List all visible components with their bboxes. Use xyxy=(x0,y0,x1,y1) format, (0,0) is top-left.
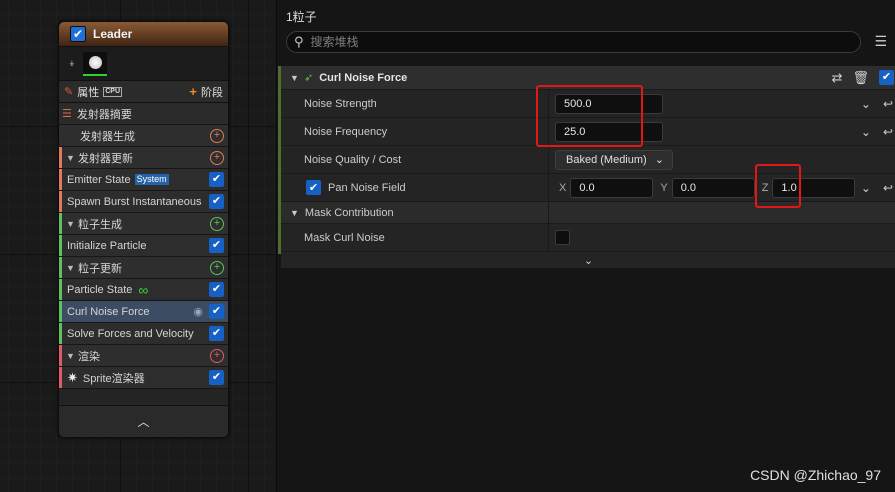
reset-icon[interactable]: ↩ xyxy=(883,97,893,111)
caret-down-icon[interactable]: ▼ xyxy=(66,219,78,229)
noise-quality-row: Noise Quality / Cost Baked (Medium) ⌄ xyxy=(281,146,895,174)
module-row[interactable]: Particle State ∞ ✔ xyxy=(59,279,228,301)
node-header[interactable]: ✔ Leader xyxy=(59,22,228,47)
module-row[interactable]: Initialize Particle ✔ xyxy=(59,235,228,257)
module-enabled-checkbox[interactable]: ✔ xyxy=(209,238,224,253)
module-enabled-checkbox[interactable]: ✔ xyxy=(209,282,224,297)
module-enabled-checkbox[interactable]: ✔ xyxy=(209,304,224,319)
noise-quality-dropdown[interactable]: Baked (Medium) ⌄ xyxy=(555,149,673,170)
y-axis-label: Y xyxy=(660,181,668,194)
pan-noise-field-row: ✔ Pan Noise Field X 0.0 Y 0.0 Z 1.0 ⌄ ↩ xyxy=(281,174,895,202)
graph-canvas[interactable]: ✔ Leader ⍖ ✎ 属性 CPU + 阶段 ☰ 发射器摘要 发射器生成 + ▼… xyxy=(0,0,276,492)
collapse-node-button[interactable]: ︿ xyxy=(59,405,228,437)
pan-y-input[interactable]: 0.0 xyxy=(671,177,755,198)
caret-down-icon[interactable]: ▼ xyxy=(66,263,78,273)
stack-group-row[interactable]: ▼ 发射器更新 + xyxy=(59,147,228,169)
caret-down-icon[interactable]: ▼ xyxy=(66,351,78,361)
add-stage-button[interactable]: + 阶段 xyxy=(189,84,223,100)
search-box[interactable]: ⚲ xyxy=(286,31,861,53)
sprite-thumbnail[interactable] xyxy=(83,51,107,76)
plus-icon: + xyxy=(189,84,197,99)
details-panel: 1粒子 ⚲ ☰ ▼ ➶ Curl Noise Force ⇄ 🗑 ✔ Noise… xyxy=(276,0,895,492)
sprite-icon: ✷ xyxy=(67,369,78,385)
shuffle-icon[interactable]: ⇄ xyxy=(832,70,843,86)
list-icon: ☰ xyxy=(62,108,72,120)
chevron-down-icon: ⌄ xyxy=(654,154,664,166)
emitter-node[interactable]: ✔ Leader ⍖ ✎ 属性 CPU + 阶段 ☰ 发射器摘要 发射器生成 + ▼… xyxy=(58,21,229,438)
module-row[interactable]: Spawn Burst Instantaneous ✔ xyxy=(59,191,228,213)
module-enabled-checkbox[interactable]: ✔ xyxy=(209,370,224,385)
search-input[interactable] xyxy=(310,35,831,49)
filter-icon[interactable]: ☰ xyxy=(874,33,887,50)
pan-noise-label: Pan Noise Field xyxy=(328,181,406,194)
mask-contribution-row[interactable]: ▼ Mask Contribution xyxy=(281,202,895,224)
pan-noise-checkbox[interactable]: ✔ xyxy=(306,180,321,195)
section-title: Curl Noise Force xyxy=(319,71,408,84)
node-thumbnails: ⍖ xyxy=(59,47,228,81)
emitter-summary-row[interactable]: ☰ 发射器摘要 xyxy=(59,103,228,125)
eye-icon[interactable]: ◉ xyxy=(193,305,203,318)
chevron-down-icon: ⌄ xyxy=(583,254,594,267)
pencil-icon: ✎ xyxy=(64,86,74,98)
search-icon: ⚲ xyxy=(294,34,304,49)
mask-curl-noise-checkbox[interactable] xyxy=(555,230,570,245)
add-module-icon[interactable]: + xyxy=(210,216,224,231)
noise-quality-label: Noise Quality / Cost xyxy=(281,146,549,173)
noise-frequency-label: Noise Frequency xyxy=(281,118,549,145)
module-row[interactable]: Curl Noise Force ◉ ✔ xyxy=(59,301,228,323)
module-row[interactable]: Emitter State System ✔ xyxy=(59,169,228,191)
highlight-box xyxy=(536,85,643,147)
panel-title: 1粒子 xyxy=(286,10,317,24)
system-badge: System xyxy=(134,174,169,185)
pan-x-input[interactable]: 0.0 xyxy=(570,177,654,198)
cpu-badge: CPU xyxy=(103,86,122,97)
reset-icon[interactable]: ↩ xyxy=(883,125,893,139)
add-module-icon[interactable]: + xyxy=(210,128,224,143)
highlight-box xyxy=(755,164,801,208)
x-axis-label: X xyxy=(559,181,567,194)
infinity-icon: ∞ xyxy=(138,281,149,298)
stack-group-row[interactable]: ▼ 粒子更新 + xyxy=(59,257,228,279)
reset-icon[interactable]: ↩ xyxy=(883,181,893,195)
caret-down-icon[interactable]: ▼ xyxy=(290,208,299,218)
add-module-icon[interactable]: + xyxy=(210,150,224,165)
pin-icon[interactable]: ⍖ xyxy=(65,54,79,74)
caret-down-icon[interactable]: ▼ xyxy=(66,153,78,163)
trash-icon[interactable]: 🗑 xyxy=(852,70,869,86)
node-tabs: ✎ 属性 CPU + 阶段 xyxy=(59,81,228,103)
stack-subgroup-row[interactable]: 发射器生成 + xyxy=(59,125,228,147)
stack-group-row[interactable]: ▼ 粒子生成 + xyxy=(59,213,228,235)
emitter-enabled-checkbox[interactable]: ✔ xyxy=(70,26,86,42)
module-row[interactable]: Solve Forces and Velocity ✔ xyxy=(59,323,228,345)
add-module-icon[interactable]: + xyxy=(210,348,224,363)
module-enabled-checkbox[interactable]: ✔ xyxy=(209,326,224,341)
expand-section-button[interactable]: ⌄ xyxy=(281,252,895,268)
module-enabled-checkbox[interactable]: ✔ xyxy=(209,172,224,187)
module-icon: ➶ xyxy=(304,72,314,84)
node-title: Leader xyxy=(93,27,133,41)
mask-curl-noise-label: Mask Curl Noise xyxy=(281,224,549,251)
watermark: CSDN @Zhichao_97 xyxy=(750,467,881,483)
chevron-down-icon[interactable]: ⌄ xyxy=(861,97,871,111)
module-enabled-checkbox[interactable]: ✔ xyxy=(879,70,894,85)
module-enabled-checkbox[interactable]: ✔ xyxy=(209,194,224,209)
mask-curl-noise-row: Mask Curl Noise xyxy=(281,224,895,252)
noise-strength-label: Noise Strength xyxy=(281,90,549,117)
module-row[interactable]: ✷ Sprite渲染器 ✔ xyxy=(59,367,228,389)
caret-down-icon[interactable]: ▼ xyxy=(290,73,304,83)
chevron-up-icon: ︿ xyxy=(137,415,150,429)
add-module-icon[interactable]: + xyxy=(210,260,224,275)
stack-group-row[interactable]: ▼ 渲染 + xyxy=(59,345,228,367)
chevron-down-icon[interactable]: ⌄ xyxy=(861,125,871,139)
chevron-down-icon[interactable]: ⌄ xyxy=(861,181,871,195)
properties-tab[interactable]: ✎ 属性 CPU xyxy=(64,84,122,100)
